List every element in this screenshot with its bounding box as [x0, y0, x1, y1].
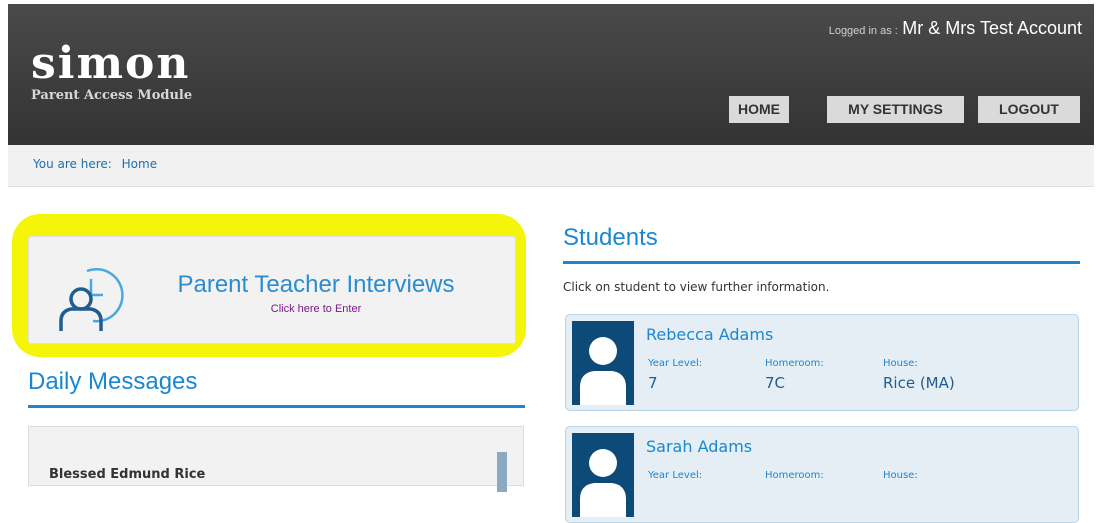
messages-scrollbar[interactable]: [497, 452, 507, 492]
login-info: Logged in as : Mr & Mrs Test Account: [829, 18, 1082, 39]
student-name: Sarah Adams: [646, 437, 753, 456]
site-header: simon Parent Access Module Logged in as …: [8, 4, 1094, 145]
logo[interactable]: simon Parent Access Module: [31, 38, 193, 104]
daily-messages-rule: [28, 405, 525, 408]
parent-teacher-interviews-card[interactable]: Parent Teacher Interviews Click here to …: [28, 236, 516, 344]
house-field: House: Rice (MA): [883, 358, 955, 392]
students-hint: Click on student to view further informa…: [563, 280, 830, 294]
field-label: Year Level:: [648, 470, 703, 481]
homeroom-field: Homeroom:: [765, 470, 824, 486]
house-value: Rice (MA): [883, 374, 955, 392]
login-prefix: Logged in as :: [828, 25, 898, 37]
homeroom-value: 7C: [765, 374, 786, 392]
login-user-name: Mr & Mrs Test Account: [902, 18, 1082, 38]
students-rule: [563, 261, 1080, 264]
breadcrumb-label: You are here:: [33, 157, 112, 171]
daily-messages-title: Daily Messages: [28, 368, 198, 395]
field-label: House:: [883, 358, 918, 369]
students-title: Students: [563, 224, 658, 251]
logo-subtitle: Parent Access Module: [31, 88, 193, 103]
student-name: Rebecca Adams: [646, 325, 774, 344]
my-settings-button[interactable]: MY SETTINGS: [827, 96, 964, 123]
field-label: Homeroom:: [765, 358, 824, 369]
student-card[interactable]: Rebecca Adams Year Level: 7 Homeroom: 7C…: [565, 314, 1079, 411]
avatar: [572, 321, 634, 405]
logo-text: simon: [31, 38, 191, 89]
field-label: Homeroom:: [765, 470, 824, 481]
daily-messages-list[interactable]: Blessed Edmund Rice: [28, 426, 524, 492]
ptq-title: Parent Teacher Interviews: [177, 271, 455, 298]
homeroom-field: Homeroom: 7C: [765, 358, 824, 392]
breadcrumb: You are here: Home: [8, 145, 1094, 187]
year-level-field: Year Level:: [648, 470, 702, 486]
ptq-enter-link[interactable]: Click here to Enter: [29, 303, 515, 315]
avatar: [572, 433, 634, 517]
house-field: House:: [883, 470, 918, 486]
year-level-value: 7: [648, 374, 658, 392]
breadcrumb-home-link[interactable]: Home: [122, 157, 157, 171]
field-label: Year Level:: [648, 358, 703, 369]
home-button[interactable]: HOME: [729, 96, 789, 123]
logout-button[interactable]: LOGOUT: [978, 96, 1080, 123]
field-label: House:: [883, 470, 918, 481]
year-level-field: Year Level: 7: [648, 358, 702, 392]
